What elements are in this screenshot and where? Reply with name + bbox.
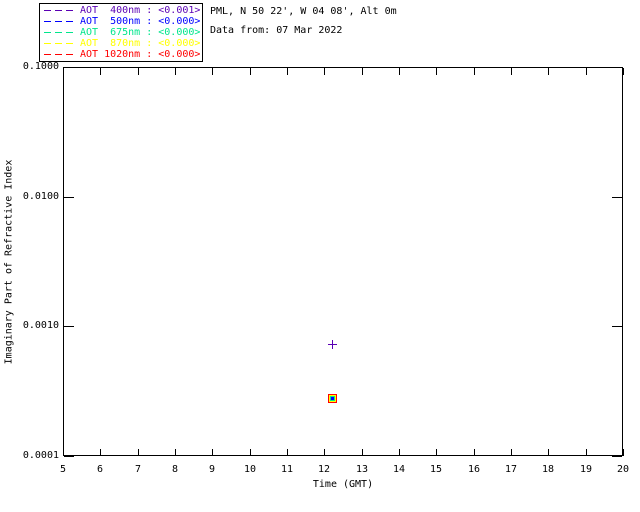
- x-tick: [474, 449, 475, 456]
- legend-entry: AOT 400nm : <0.001>: [44, 5, 202, 16]
- legend-dash-line-icon: [44, 54, 77, 55]
- x-tick-top: [436, 68, 437, 75]
- x-tick-top: [399, 68, 400, 75]
- x-tick-top: [548, 68, 549, 75]
- x-tick: [548, 449, 549, 456]
- y-tick-right: [612, 326, 622, 327]
- x-tick: [362, 449, 363, 456]
- x-tick-label: 20: [616, 464, 630, 475]
- x-tick-label: 17: [504, 464, 518, 475]
- x-tick: [138, 449, 139, 456]
- legend-entry-label: AOT 675nm : <0.000>: [80, 27, 201, 38]
- legend-dash-line-icon: [44, 10, 77, 11]
- y-tick: [64, 67, 74, 68]
- legend-entry-label: AOT 400nm : <0.001>: [80, 5, 201, 16]
- y-tick-label: 0.0001: [22, 450, 59, 461]
- x-tick-label: 11: [280, 464, 294, 475]
- legend-dash-line-icon: [44, 21, 77, 22]
- legend-dash-line-icon: [44, 43, 77, 44]
- legend-entry: AOT 870nm : <0.000>: [44, 38, 202, 49]
- x-tick: [212, 449, 213, 456]
- y-tick-label: 0.0010: [22, 320, 59, 331]
- x-tick: [586, 449, 587, 456]
- x-tick: [63, 449, 64, 456]
- x-tick: [436, 449, 437, 456]
- legend-entry-label: AOT 500nm : <0.000>: [80, 16, 201, 27]
- x-tick-label: 15: [429, 464, 443, 475]
- y-tick: [64, 456, 74, 457]
- site-title: PML, N 50 22', W 04 08', Alt 0m: [210, 6, 397, 17]
- y-tick-right: [612, 197, 622, 198]
- legend-box: AOT 400nm : <0.001> AOT 500nm : <0.000> AO…: [39, 3, 203, 62]
- y-tick: [64, 197, 74, 198]
- x-tick-label: 18: [541, 464, 555, 475]
- aeronet-refractive-index-plot: AOT 400nm : <0.001> AOT 500nm : <0.000> AO…: [0, 0, 640, 512]
- x-tick-top: [324, 68, 325, 75]
- y-tick: [64, 326, 74, 327]
- x-tick-top: [623, 68, 624, 75]
- marker-aot-400nm: [328, 340, 337, 349]
- x-tick-top: [287, 68, 288, 75]
- x-tick: [623, 449, 624, 456]
- legend-entry: AOT 500nm : <0.000>: [44, 16, 202, 27]
- x-tick-top: [100, 68, 101, 75]
- y-tick-label: 0.1000: [22, 61, 59, 72]
- x-tick-label: 7: [134, 464, 142, 475]
- x-tick: [399, 449, 400, 456]
- x-tick-top: [474, 68, 475, 75]
- x-tick-top: [63, 68, 64, 75]
- x-tick-label: 5: [59, 464, 67, 475]
- x-axis-label: Time (GMT): [312, 479, 374, 490]
- x-tick-label: 13: [355, 464, 369, 475]
- y-tick-right: [612, 67, 622, 68]
- legend-entry: AOT 675nm : <0.000>: [44, 27, 202, 38]
- date-subtitle: Data from: 07 Mar 2022: [210, 25, 343, 36]
- x-tick: [175, 449, 176, 456]
- x-tick: [511, 449, 512, 456]
- x-tick: [100, 449, 101, 456]
- plot-area: [63, 67, 623, 456]
- x-tick-label: 9: [208, 464, 216, 475]
- x-tick-label: 14: [392, 464, 406, 475]
- plot-header: PML, N 50 22', W 04 08', Alt 0m Data fro…: [210, 6, 397, 36]
- y-axis-label: Imaginary Part of Refractive Index: [3, 159, 15, 364]
- x-tick-label: 6: [96, 464, 104, 475]
- x-tick-label: 16: [467, 464, 481, 475]
- x-tick-top: [175, 68, 176, 75]
- x-tick-label: 12: [317, 464, 331, 475]
- x-tick-top: [250, 68, 251, 75]
- x-tick-label: 19: [579, 464, 593, 475]
- x-tick-top: [586, 68, 587, 75]
- legend-entry: AOT 1020nm : <0.000>: [44, 49, 202, 60]
- x-tick: [287, 449, 288, 456]
- x-tick-top: [511, 68, 512, 75]
- x-tick: [324, 449, 325, 456]
- x-tick-top: [138, 68, 139, 75]
- x-tick-label: 8: [171, 464, 179, 475]
- x-tick-label: 10: [243, 464, 257, 475]
- plus-marker-vbar: [332, 340, 333, 349]
- y-tick-label: 0.0100: [22, 191, 59, 202]
- marker-aot-1020nm: [328, 394, 337, 403]
- x-tick-top: [362, 68, 363, 75]
- legend-dash-line-icon: [44, 32, 77, 33]
- x-tick-top: [212, 68, 213, 75]
- x-tick: [250, 449, 251, 456]
- legend-entry-label: AOT 1020nm : <0.000>: [80, 49, 201, 60]
- legend-entry-label: AOT 870nm : <0.000>: [80, 38, 201, 49]
- y-tick-right: [612, 456, 622, 457]
